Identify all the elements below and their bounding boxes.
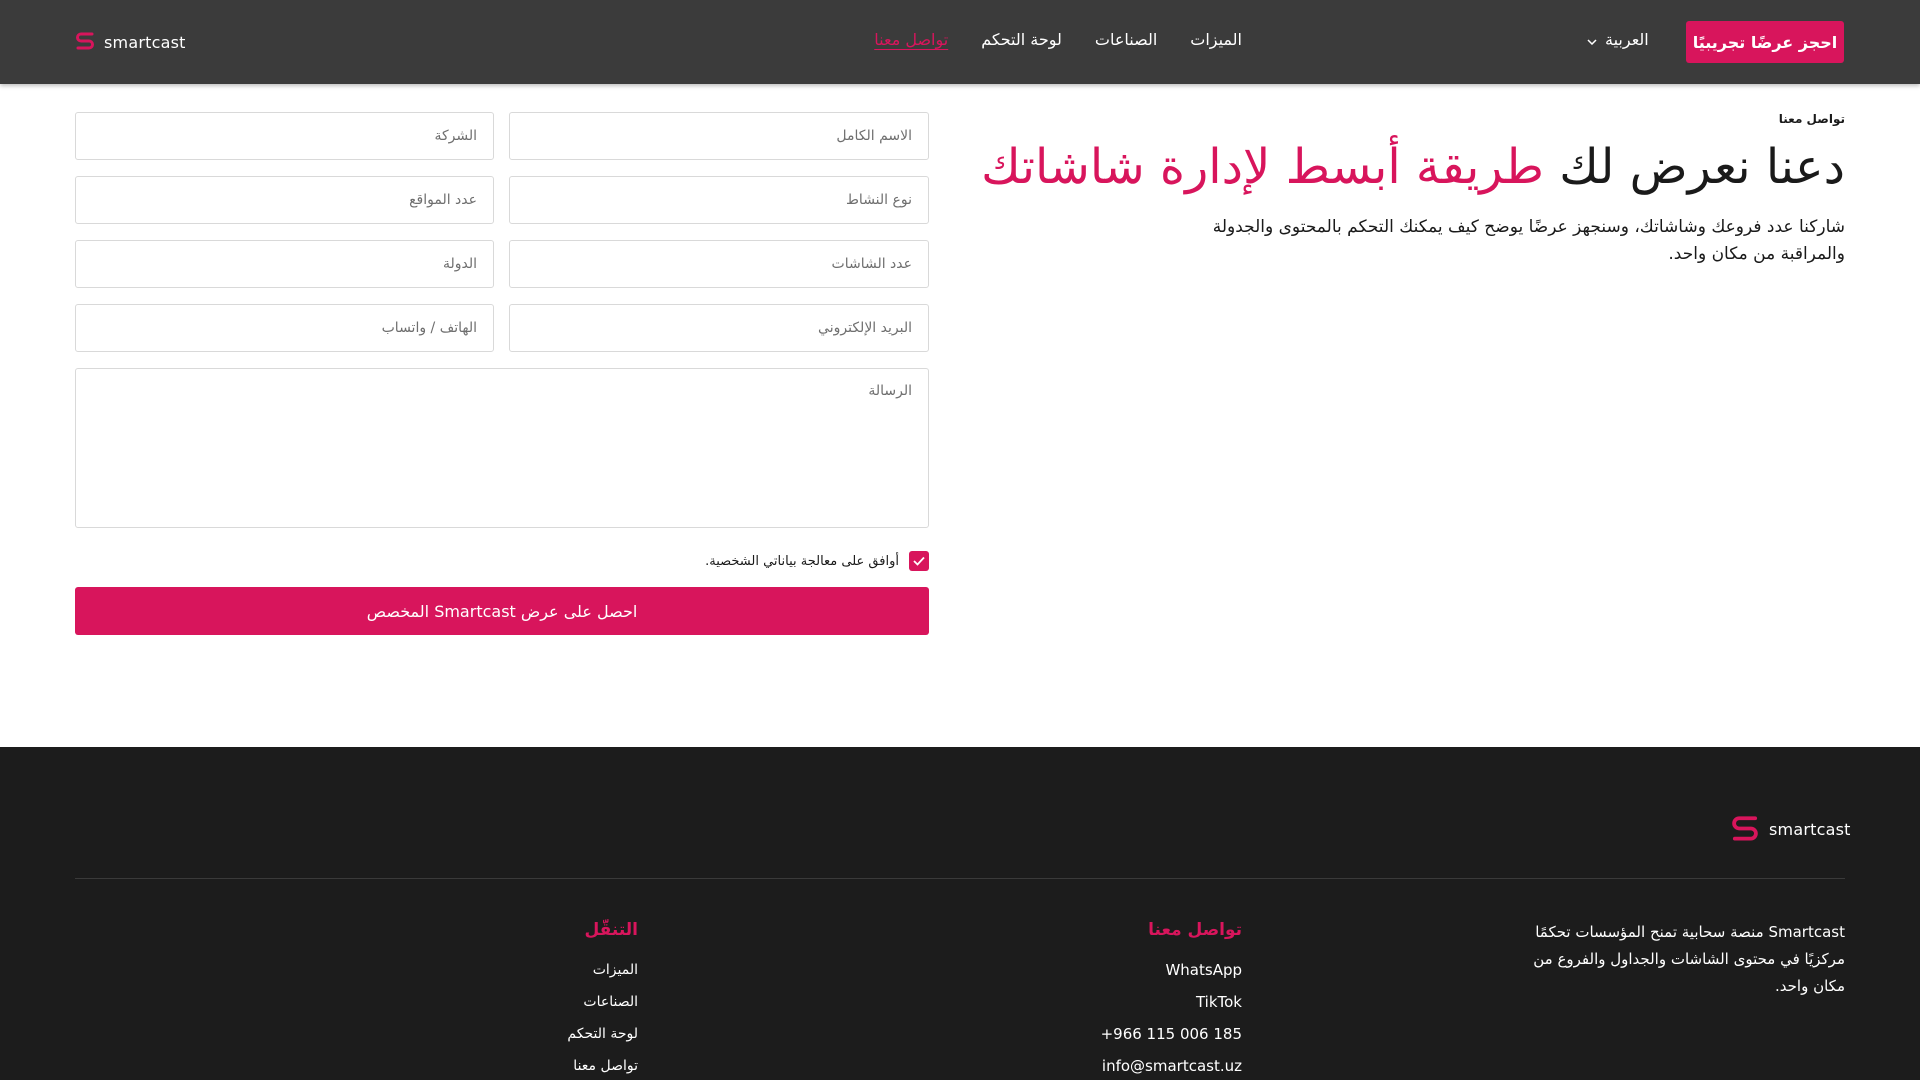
footer-link-email[interactable]: info@smartcast.uz [1101,1050,1242,1080]
logo-wordmark: smartcast [1769,819,1851,839]
footer-nav-column: التنقّل الميزات الصناعات لوحة التحكم توا… [567,920,638,1080]
footer-nav-features[interactable]: الميزات [567,954,638,986]
book-demo-button[interactable]: احجز عرضًا تجريبيًا [1686,21,1844,63]
footer: smartcast Smartcast منصة سحابية تمنح الم… [0,747,1920,1080]
footer-logo[interactable]: smartcast [1729,811,1851,847]
smartcast-logo-icon [1729,811,1761,847]
footer-about-text: Smartcast منصة سحابية تمنح المؤسسات تحكم… [1533,923,1845,995]
consent-checkbox[interactable] [909,551,929,571]
submit-button[interactable]: احصل على عرض Smartcast المخصص [75,587,929,635]
page-title: دعنا نعرض لك طريقة أبسط لإدارة شاشاتك [981,138,1845,196]
country-input[interactable] [75,240,494,288]
footer-link-phone[interactable]: +966 115 006 185 [1101,1018,1242,1050]
email-input[interactable] [509,304,929,352]
screens-count-input[interactable] [509,240,929,288]
nav-contact[interactable]: تواصل معنا [874,30,948,49]
footer-nav-industries[interactable]: الصناعات [567,986,638,1018]
full-name-input[interactable] [509,112,929,160]
logo-wordmark: smartcast [104,32,186,52]
checkmark-icon [913,556,925,566]
language-selector[interactable]: العربية [1587,30,1649,49]
footer-divider [75,878,1845,879]
consent-row: أوافق على معالجة بياناتي الشخصية. [705,551,929,571]
footer-nav-heading: التنقّل [584,920,639,940]
footer-nav-dashboard[interactable]: لوحة التحكم [567,1018,638,1050]
chevron-down-icon [1587,30,1597,49]
footer-nav-contact[interactable]: تواصل معنا [567,1050,638,1080]
footer-link-whatsapp[interactable]: WhatsApp [1101,954,1242,986]
locations-count-input[interactable] [75,176,494,224]
top-navigation-bar: smartcast الميزات الصناعات لوحة التحكم ت… [0,0,1920,84]
main-nav: الميزات الصناعات لوحة التحكم تواصل معنا [874,30,1242,49]
footer-contact-column: تواصل معنا WhatsApp TikTok +966 115 006 … [1101,920,1242,1080]
header-logo[interactable]: smartcast [74,29,186,55]
breadcrumb: تواصل معنا [1778,112,1845,126]
company-input[interactable] [75,112,494,160]
hero-description: شاركنا عدد فروعك وشاشاتك، وسنجهز عرضًا ي… [1212,217,1845,264]
smartcast-logo-icon [74,29,96,55]
nav-dashboard[interactable]: لوحة التحكم [981,30,1062,49]
footer-contact-heading: تواصل معنا [1148,920,1242,940]
language-label: العربية [1605,30,1649,49]
title-accent-part: طريقة أبسط لإدارة شاشاتك [981,139,1544,195]
footer-link-tiktok[interactable]: TikTok [1101,986,1242,1018]
phone-input[interactable] [75,304,494,352]
title-dark-part: دعنا نعرض لك [1543,139,1845,195]
nav-industries[interactable]: الصناعات [1095,30,1157,49]
message-textarea[interactable] [75,368,929,528]
nav-features[interactable]: الميزات [1190,30,1242,49]
business-type-input[interactable] [509,176,929,224]
consent-label: أوافق على معالجة بياناتي الشخصية. [705,553,899,569]
